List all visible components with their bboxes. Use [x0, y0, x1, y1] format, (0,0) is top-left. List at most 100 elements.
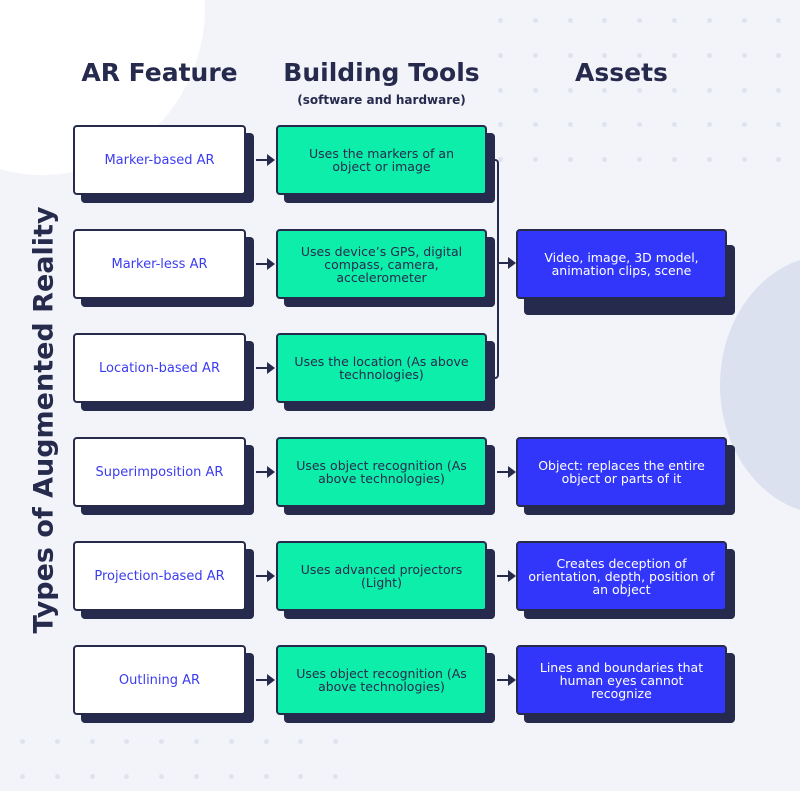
- feature-label: Marker-based AR: [104, 152, 215, 168]
- background-dot: [498, 18, 503, 23]
- tool-text: Uses object recognition (As above techno…: [296, 666, 467, 694]
- feature-label: Marker-less AR: [111, 256, 208, 272]
- asset-text: Object: replaces the entire object or pa…: [538, 458, 705, 486]
- background-dot: [333, 773, 339, 779]
- feature-label: Projection-based AR: [94, 568, 225, 584]
- background-dot: [194, 739, 199, 744]
- asset-text: Lines and boundaries that human eyes can…: [539, 659, 704, 701]
- background-dot: [672, 122, 677, 128]
- tool-to-asset-arrow: [497, 466, 516, 478]
- tool-to-asset-arrow: [497, 570, 516, 582]
- feature-box: Marker-based AR: [73, 125, 246, 195]
- tool-box: Uses the location (As above technologies…: [276, 333, 487, 403]
- asset-box: Object: replaces the entire object or pa…: [516, 437, 727, 507]
- background-dot: [672, 18, 677, 23]
- background-dot: [89, 773, 95, 779]
- tool-box: Uses device’s GPS, digital compass, came…: [276, 229, 487, 299]
- background-dot: [532, 157, 538, 163]
- background-dot: [54, 773, 60, 779]
- tool-to-asset-arrow: [497, 674, 516, 686]
- background-dot: [567, 87, 573, 93]
- background-dot: [672, 87, 677, 93]
- background-dot: [741, 157, 747, 163]
- asset-text: Creates deception of orientation, depth,…: [528, 555, 715, 597]
- background-dot: [124, 739, 130, 744]
- background-dot: [706, 122, 712, 128]
- tool-box: Uses object recognition (As above techno…: [276, 645, 487, 715]
- background-dot: [776, 52, 782, 58]
- background-dot: [637, 157, 643, 163]
- background-dot: [124, 773, 130, 779]
- feature-box: Location-based AR: [73, 333, 246, 403]
- merge-bracket: [488, 159, 499, 379]
- background-dot: [741, 18, 747, 23]
- background-dot: [637, 87, 643, 93]
- background-dot: [298, 739, 304, 744]
- background-dot: [567, 18, 573, 23]
- asset-box: Creates deception of orientation, depth,…: [516, 541, 727, 611]
- background-dot: [498, 87, 503, 93]
- background-dot: [706, 157, 712, 163]
- shared-asset-arrow: [498, 257, 516, 269]
- feature-to-tool-arrow: [256, 362, 275, 374]
- background-dot: [741, 87, 747, 93]
- background-dot: [776, 157, 782, 163]
- background-dot: [602, 122, 608, 128]
- tool-box: Uses object recognition (As above techno…: [276, 437, 487, 507]
- background-dot: [89, 739, 95, 744]
- background-dot: [298, 773, 304, 779]
- background-dot: [194, 773, 199, 779]
- asset-box: Lines and boundaries that human eyes can…: [516, 645, 727, 715]
- background-dot: [706, 87, 712, 93]
- feature-box: Marker-less AR: [73, 229, 246, 299]
- tool-box: Uses the markers of an object or image: [276, 125, 487, 195]
- feature-label: Location-based AR: [99, 360, 220, 376]
- background-dot: [567, 157, 573, 163]
- tool-text: Uses advanced projectors (Light): [300, 562, 463, 590]
- background-dot: [602, 157, 608, 163]
- background-dot: [532, 122, 538, 128]
- background-dot: [776, 87, 782, 93]
- feature-to-tool-arrow: [256, 674, 275, 686]
- tool-text: Uses object recognition (As above techno…: [296, 458, 467, 486]
- background-dot: [159, 773, 165, 779]
- feature-to-tool-arrow: [256, 258, 275, 270]
- tool-text: Uses device’s GPS, digital compass, came…: [300, 243, 463, 285]
- background-dot: [54, 739, 60, 744]
- tool-text: Uses the location (As above technologies…: [294, 354, 469, 382]
- background-dot: [228, 773, 234, 779]
- diagram-title: Types of Augmented Reality: [28, 206, 60, 634]
- background-dot: [20, 739, 25, 744]
- column-header-tools: Building Tools: [283, 58, 480, 87]
- background-dot: [741, 122, 747, 128]
- feature-to-tool-arrow: [256, 154, 275, 166]
- tool-box: Uses advanced projectors (Light): [276, 541, 487, 611]
- background-dot: [602, 87, 608, 93]
- background-dot: [532, 87, 538, 93]
- column-subheader-tools: (software and hardware): [297, 93, 466, 107]
- background-dot: [228, 739, 234, 744]
- column-header-feature: AR Feature: [81, 58, 238, 87]
- tool-text: Uses the markers of an object or image: [308, 146, 454, 174]
- background-dot: [498, 122, 503, 128]
- background-dot: [159, 739, 165, 744]
- background-dot: [741, 52, 747, 58]
- background-dot: [776, 18, 782, 23]
- background-dot: [567, 122, 573, 128]
- column-header-assets: Assets: [575, 58, 668, 87]
- feature-box: Projection-based AR: [73, 541, 246, 611]
- feature-label: Outlining AR: [118, 672, 201, 688]
- background-dot: [532, 18, 538, 23]
- background-dot: [672, 157, 677, 163]
- background-dot: [637, 18, 643, 23]
- background-dot: [333, 739, 339, 744]
- feature-to-tool-arrow: [256, 570, 275, 582]
- asset-text: Video, image, 3D model, animation clips,…: [544, 250, 699, 278]
- feature-to-tool-arrow: [256, 466, 275, 478]
- shared-asset-box: Video, image, 3D model, animation clips,…: [516, 229, 727, 299]
- background-dot: [263, 739, 269, 744]
- background-dot: [776, 122, 782, 128]
- feature-box: Superimposition AR: [73, 437, 246, 507]
- feature-label: Superimposition AR: [95, 464, 224, 480]
- background-dot: [20, 773, 25, 779]
